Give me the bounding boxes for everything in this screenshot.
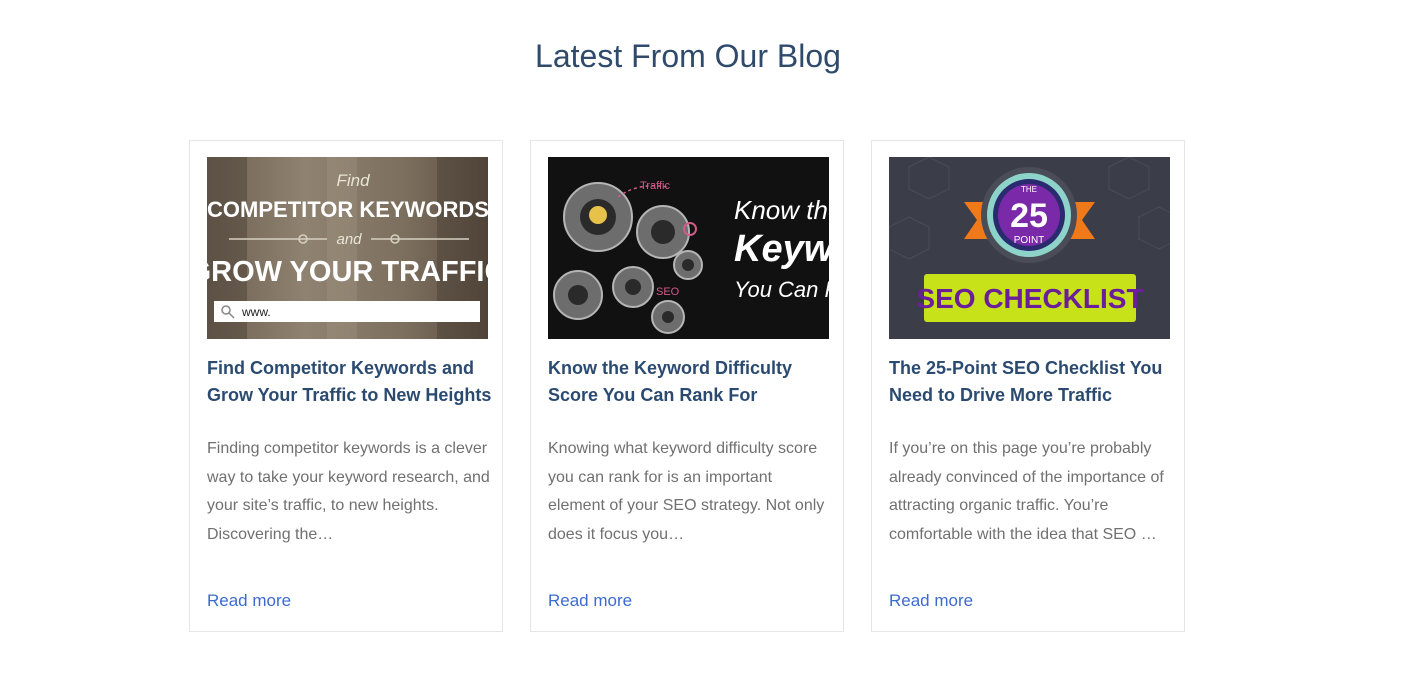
blog-card: Find COMPETITOR KEYWORDS and GROW YOUR T… bbox=[189, 140, 503, 632]
post-image: Traffic SEO Know the Keyw You Can R bbox=[548, 157, 829, 339]
post-thumbnail[interactable]: THE 25 POINT SEO CHECKLIST bbox=[889, 157, 1170, 339]
post-title[interactable]: Find Competitor Keywords and Grow Your T… bbox=[207, 355, 492, 409]
svg-text:You Can R: You Can R bbox=[734, 277, 829, 302]
svg-text:Keyw: Keyw bbox=[734, 228, 829, 270]
post-excerpt: If you’re on this page you’re probably a… bbox=[889, 440, 1164, 543]
post-excerpt: Knowing what keyword difficulty score yo… bbox=[548, 440, 825, 543]
post-image: Find COMPETITOR KEYWORDS and GROW YOUR T… bbox=[207, 157, 488, 339]
svg-text:SEO CHECKLIST: SEO CHECKLIST bbox=[916, 283, 1143, 314]
post-title[interactable]: Know the Keyword Difficulty Score You Ca… bbox=[548, 355, 833, 409]
post-image: THE 25 POINT SEO CHECKLIST bbox=[889, 157, 1170, 339]
svg-text:THE: THE bbox=[1021, 185, 1037, 194]
post-title[interactable]: The 25-Point SEO Checklist You Need to D… bbox=[889, 355, 1174, 409]
svg-text:Know the: Know the bbox=[734, 195, 829, 225]
read-more-link[interactable]: Read more bbox=[207, 591, 291, 611]
blog-card: THE 25 POINT SEO CHECKLIST The 25-Point … bbox=[871, 140, 1185, 632]
svg-text:GROW YOUR TRAFFIC: GROW YOUR TRAFFIC bbox=[207, 256, 488, 288]
read-more-link[interactable]: Read more bbox=[889, 591, 973, 611]
svg-text:POINT: POINT bbox=[1014, 235, 1045, 246]
svg-text:COMPETITOR KEYWORDS: COMPETITOR KEYWORDS bbox=[207, 197, 488, 222]
svg-text:25: 25 bbox=[1010, 197, 1048, 235]
post-excerpt: Finding competitor keywords is a clever … bbox=[207, 440, 490, 543]
post-thumbnail[interactable]: Traffic SEO Know the Keyw You Can R bbox=[548, 157, 829, 339]
section-title: Latest From Our Blog bbox=[535, 38, 841, 74]
svg-text:and: and bbox=[336, 231, 362, 248]
blog-card: Traffic SEO Know the Keyw You Can R Know… bbox=[530, 140, 844, 632]
svg-text:SEO: SEO bbox=[656, 286, 680, 298]
post-thumbnail[interactable]: Find COMPETITOR KEYWORDS and GROW YOUR T… bbox=[207, 157, 488, 339]
svg-text:www.: www. bbox=[241, 305, 271, 319]
read-more-link[interactable]: Read more bbox=[548, 591, 632, 611]
svg-text:Find: Find bbox=[336, 171, 370, 190]
